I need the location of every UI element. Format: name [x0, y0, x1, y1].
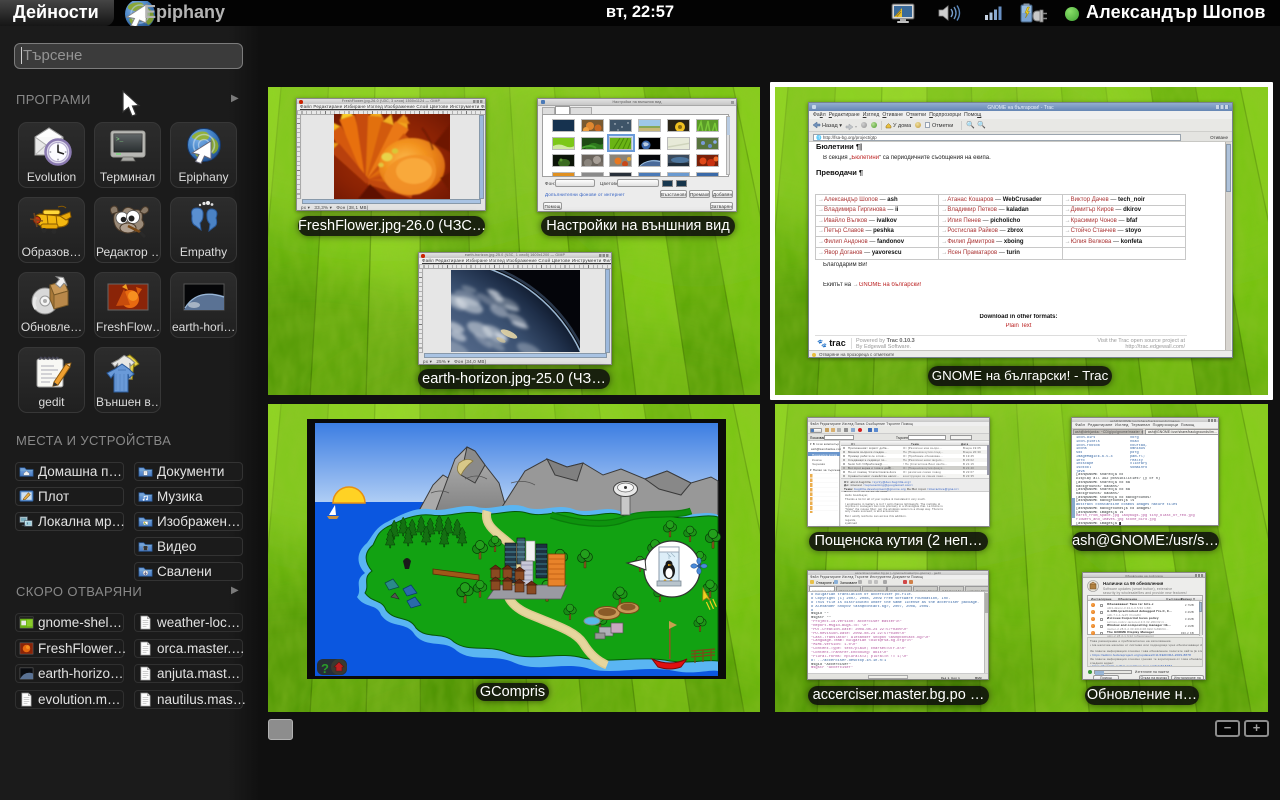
- svg-text:?: ?: [321, 661, 329, 676]
- svg-text:>_: >_: [116, 136, 124, 143]
